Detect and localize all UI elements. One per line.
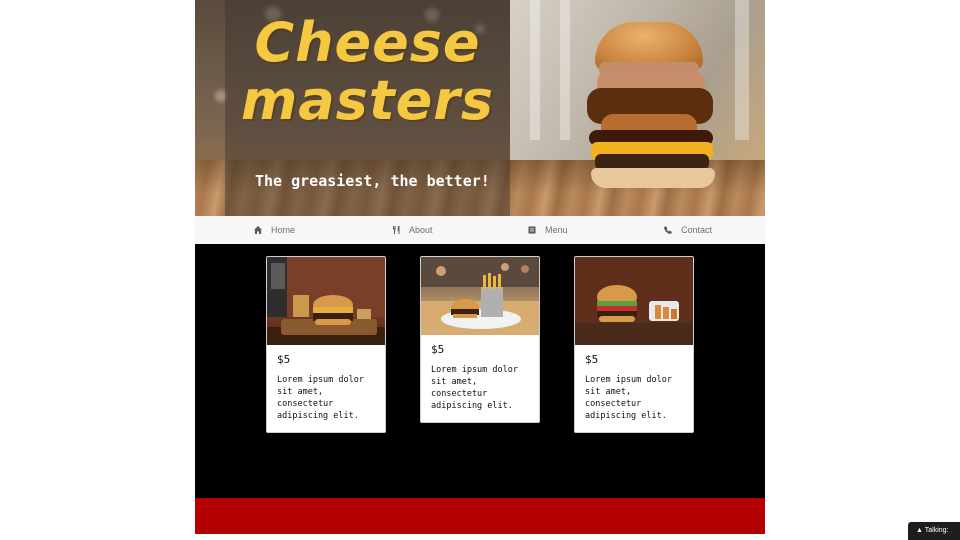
nav-item-home[interactable]: Home xyxy=(253,216,295,244)
window-light xyxy=(560,0,570,140)
nav-item-about-label: About xyxy=(409,225,433,235)
nav-item-contact[interactable]: Contact xyxy=(663,216,712,244)
site-title: Cheese masters xyxy=(225,14,510,130)
window-light xyxy=(530,0,540,140)
nav-item-contact-label: Contact xyxy=(681,225,713,235)
nav-bar: Home About Menu Contact xyxy=(195,216,765,244)
card-price: $5 xyxy=(431,343,445,356)
menu-book-icon xyxy=(528,226,536,234)
window-light xyxy=(735,0,749,140)
burger-image xyxy=(581,22,721,194)
card-price: $5 xyxy=(585,353,599,366)
burger-wedges-illustration xyxy=(575,257,693,345)
burger-fries-photo xyxy=(421,257,539,335)
utensils-icon xyxy=(393,226,400,234)
product-card[interactable]: $5 Lorem ipsum dolor sit amet, consectet… xyxy=(420,256,540,423)
burger-wedges-photo xyxy=(575,257,693,345)
page: Cheese masters The greasiest, the better… xyxy=(195,0,765,534)
menu-section: $5 Lorem ipsum dolor sit amet, consectet… xyxy=(195,244,765,498)
card-price: $5 xyxy=(277,353,291,366)
site-title-line2: masters xyxy=(240,69,495,132)
phone-icon xyxy=(664,226,672,234)
bun-bottom xyxy=(591,168,715,188)
site-title-line1: Cheese xyxy=(254,11,481,74)
hero-banner: Cheese masters The greasiest, the better… xyxy=(195,0,765,216)
card-description: Lorem ipsum dolor sit amet, consectetur … xyxy=(277,375,364,421)
tagline: The greasiest, the better! xyxy=(255,172,490,190)
product-card[interactable]: $5 Lorem ipsum dolor sit amet, consectet… xyxy=(574,256,694,433)
card-description: Lorem ipsum dolor sit amet, consectetur … xyxy=(585,375,672,421)
nav-item-home-label: Home xyxy=(271,225,296,235)
product-card[interactable]: $5 Lorem ipsum dolor sit amet, consectet… xyxy=(266,256,386,433)
card-description: Lorem ipsum dolor sit amet, consectetur … xyxy=(431,365,518,411)
nav-item-menu[interactable]: Menu xyxy=(527,216,568,244)
footer xyxy=(195,498,765,534)
home-icon xyxy=(254,226,262,234)
nav-item-menu-label: Menu xyxy=(545,225,568,235)
talking-widget[interactable]: ▲ Talking: xyxy=(908,522,960,540)
burger-fries-illustration xyxy=(421,257,539,335)
burger-board-illustration xyxy=(267,257,385,345)
burger-photo xyxy=(267,257,385,345)
nav-item-about[interactable]: About xyxy=(391,216,433,244)
